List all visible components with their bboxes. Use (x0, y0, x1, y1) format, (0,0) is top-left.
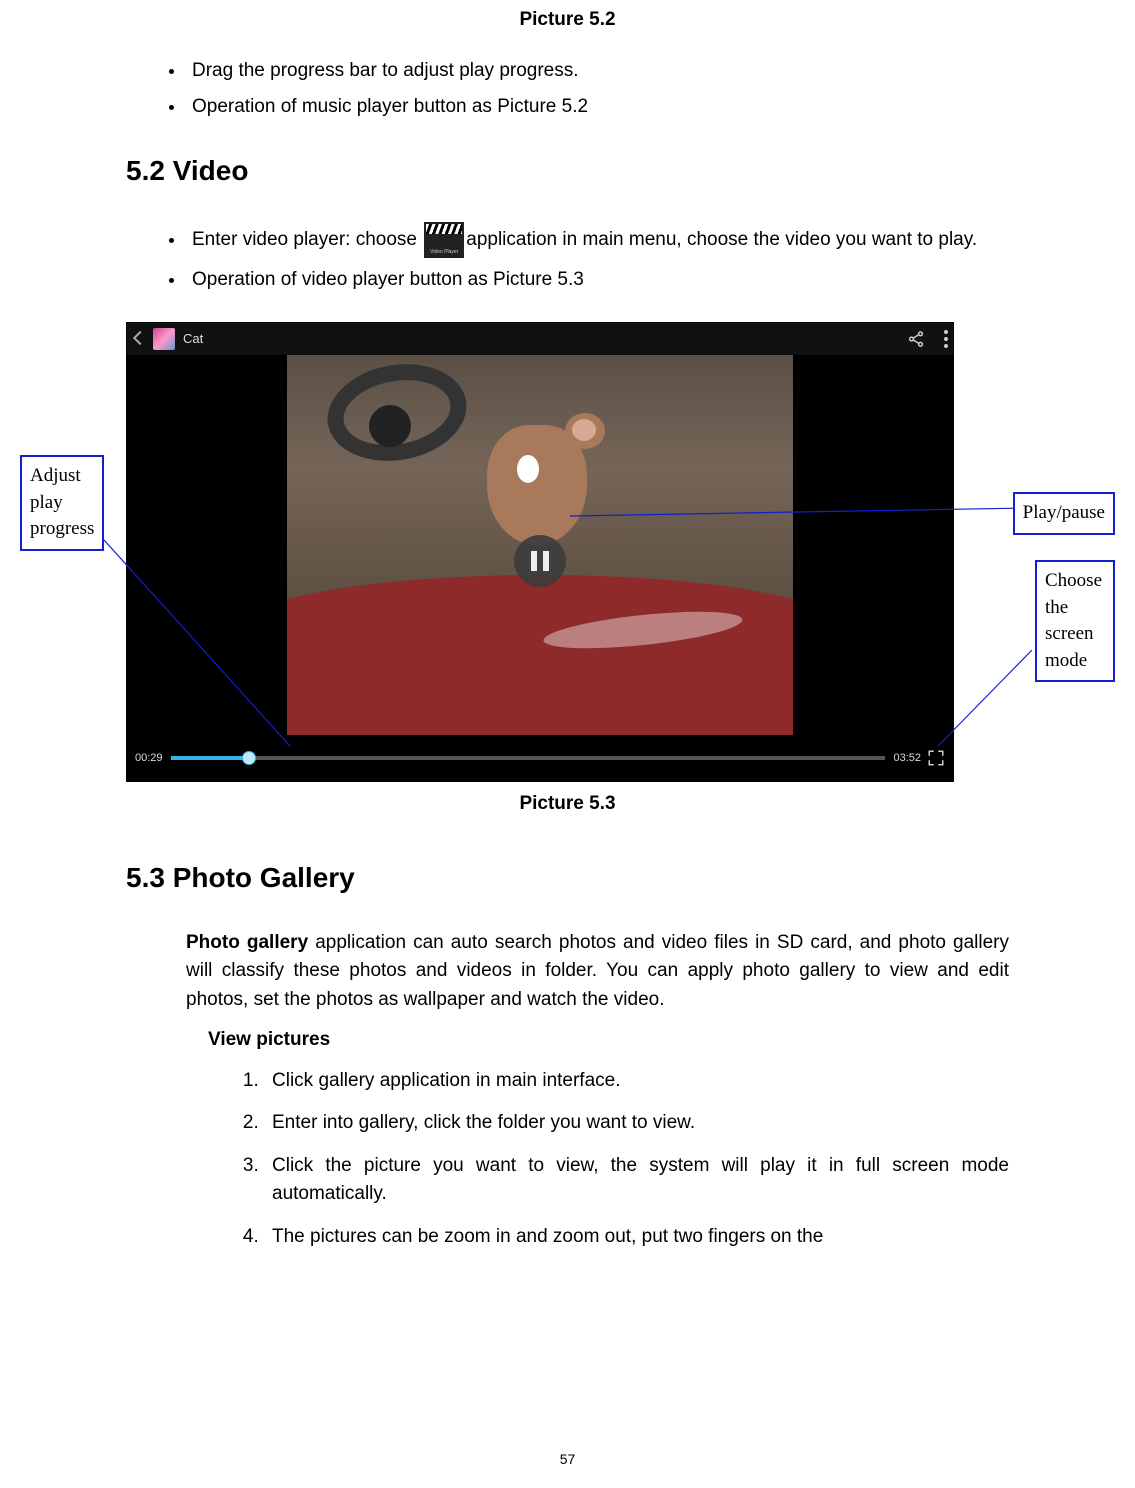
video-player-app-icon: Video Player (424, 222, 464, 258)
gallery-lead: Photo gallery (186, 932, 308, 953)
page-number: 57 (0, 1449, 1135, 1470)
video-viewport[interactable] (127, 355, 953, 735)
bullet-item: Enter video player: choose Video Player … (186, 222, 1009, 258)
caption-5-3: Picture 5.3 (126, 790, 1009, 819)
view-pictures-heading: View pictures (208, 1026, 1009, 1055)
bullet-item: Drag the progress bar to adjust play pro… (186, 57, 1009, 86)
bullet-item: Operation of music player button as Pict… (186, 93, 1009, 122)
caption-5-2: Picture 5.2 (126, 6, 1009, 35)
step-item: Click gallery application in main interf… (264, 1067, 1009, 1096)
callout-play-pause: Play/pause (1013, 492, 1115, 535)
bullet-item: Operation of video player button as Pict… (186, 266, 1009, 295)
share-icon[interactable] (907, 330, 925, 348)
overflow-menu-icon[interactable] (943, 329, 949, 349)
gallery-body-text: application can auto search photos and v… (186, 932, 1009, 1010)
pause-icon (531, 551, 549, 571)
elapsed-time: 00:29 (135, 750, 163, 767)
video-topbar: Cat (127, 323, 953, 355)
video-player-screenshot: Cat (126, 322, 954, 782)
progress-fill (171, 756, 250, 760)
fullscreen-icon[interactable] (927, 749, 945, 767)
icon-caption: Video Player (424, 249, 464, 257)
text-fragment: application in main menu, choose the vid… (466, 229, 977, 250)
video-controls-bar: 00:29 03:52 (127, 735, 953, 781)
heading-5-2-video: 5.2 Video (126, 150, 1009, 192)
progress-track[interactable] (171, 756, 886, 760)
back-icon[interactable] (131, 331, 147, 347)
total-time: 03:52 (893, 750, 921, 767)
video-thumbnail-icon (153, 328, 175, 350)
video-title: Cat (183, 329, 203, 349)
bullet-list-2: Enter video player: choose Video Player … (126, 222, 1009, 295)
progress-thumb[interactable] (242, 751, 256, 765)
play-pause-button[interactable] (514, 535, 566, 587)
gallery-paragraph: Photo gallery application can auto searc… (186, 929, 1009, 1015)
callout-screen-mode: Choose the screen mode (1035, 560, 1115, 682)
text-fragment: Enter video player: choose (192, 229, 422, 250)
step-item: The pictures can be zoom in and zoom out… (264, 1223, 1009, 1252)
callout-adjust-progress: Adjust play progress (20, 455, 104, 551)
step-item: Click the picture you want to view, the … (264, 1152, 1009, 1209)
heading-5-3-gallery: 5.3 Photo Gallery (126, 857, 1009, 899)
step-item: Enter into gallery, click the folder you… (264, 1109, 1009, 1138)
steps-list: Click gallery application in main interf… (186, 1067, 1009, 1252)
bullet-list-1: Drag the progress bar to adjust play pro… (126, 57, 1009, 122)
